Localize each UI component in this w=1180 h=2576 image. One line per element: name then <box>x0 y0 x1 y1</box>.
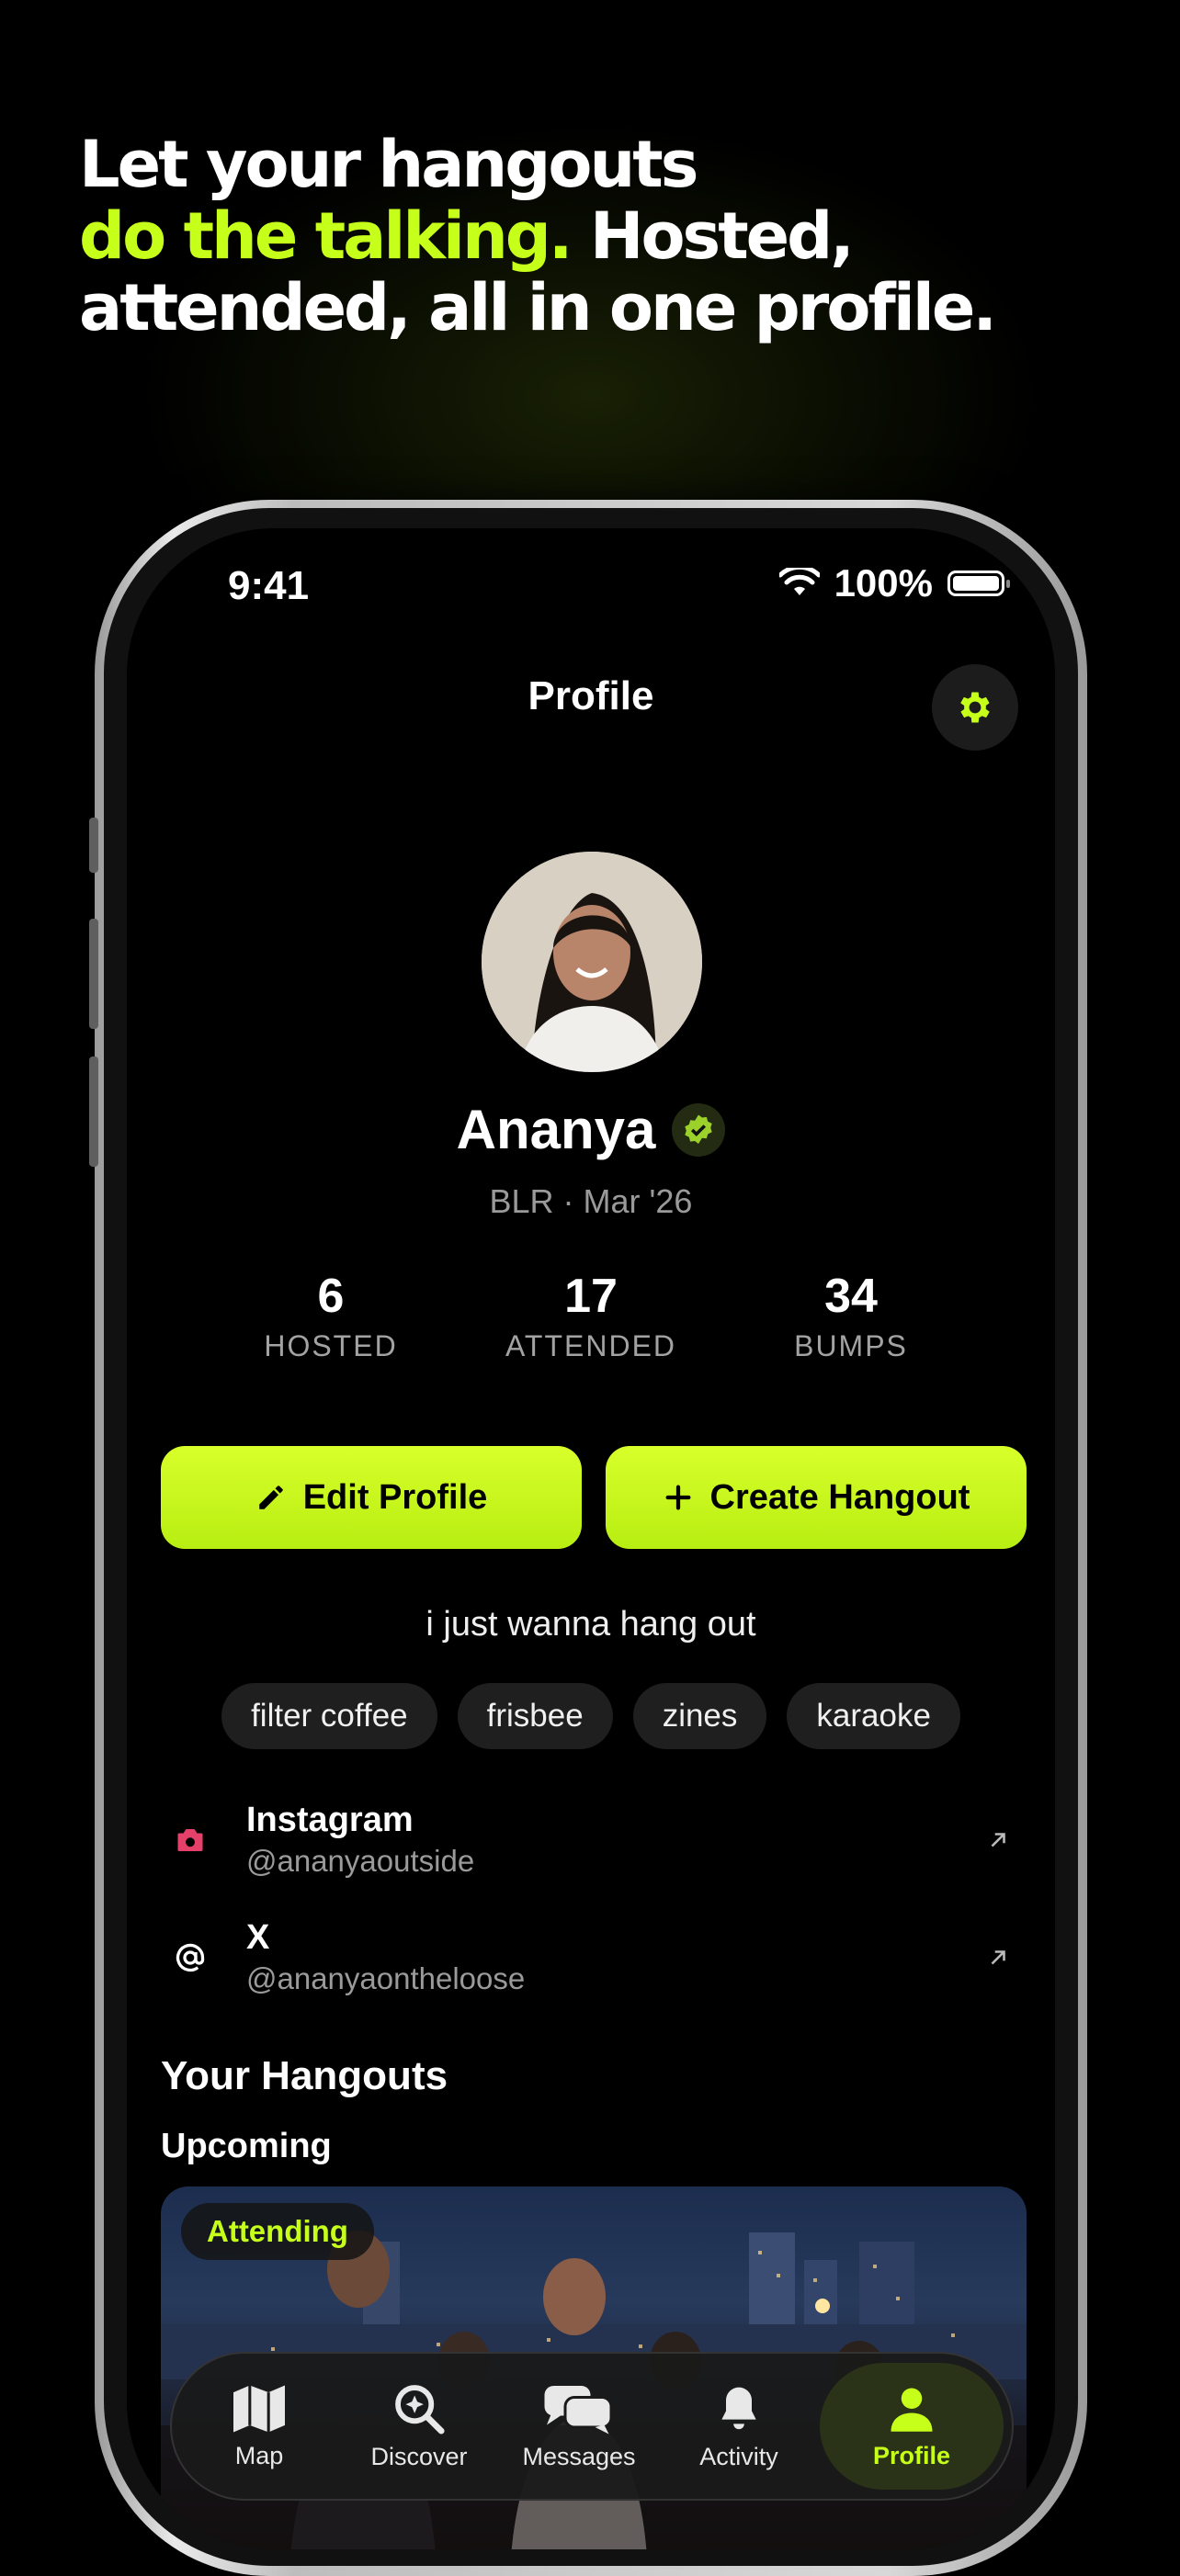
phone-mute-switch <box>89 818 98 873</box>
gear-icon <box>960 692 990 723</box>
pencil-icon <box>258 1486 283 1509</box>
social-handle: @ananyaontheloose <box>246 1961 526 1995</box>
tab-profile[interactable]: Profile <box>820 2363 1004 2490</box>
avatar-photo <box>482 852 702 1072</box>
social-link-x[interactable]: X @ananyaontheloose <box>162 1918 1016 1996</box>
stat-hosted[interactable]: 6 HOSTED <box>202 1269 460 1363</box>
headline-highlight: do the talking. <box>79 198 573 274</box>
stat-value: 34 <box>824 1270 878 1323</box>
create-hangout-button[interactable]: Create Hangout <box>606 1446 1027 1549</box>
interest-chip[interactable]: karaoke <box>787 1683 960 1749</box>
discover-search-icon <box>395 2384 445 2435</box>
interest-chips: filter coffee frisbee zines karaoke <box>127 1683 1055 1749</box>
section-subtitle-upcoming: Upcoming <box>161 2127 332 2165</box>
profile-name: Ananya <box>456 1099 656 1160</box>
phone-volume-up <box>89 919 98 1029</box>
stat-bumps[interactable]: 34 BUMPS <box>722 1269 980 1363</box>
battery-percent: 100% <box>834 561 933 604</box>
headline-line-2-rest: Hosted, <box>570 198 855 274</box>
social-name: Instagram <box>246 1801 414 1839</box>
plus-icon <box>665 1485 690 1510</box>
headline-line-1: Let your hangouts <box>79 127 698 202</box>
stat-label: HOSTED <box>264 1329 398 1362</box>
tab-activity[interactable]: Activity <box>660 2363 818 2490</box>
battery-icon <box>947 571 1010 596</box>
social-link-instagram[interactable]: Instagram @ananyaoutside <box>162 1801 1016 1879</box>
profile-location-joined: BLR · Mar '26 <box>489 1182 693 1220</box>
attending-badge: Attending <box>181 2203 374 2260</box>
tab-label: Messages <box>522 2442 636 2470</box>
status-indicators: 100% <box>778 561 1010 605</box>
create-hangout-label: Create Hangout <box>709 1477 970 1517</box>
verified-check-icon <box>672 1102 726 1157</box>
at-icon <box>162 1929 219 1986</box>
interest-chip[interactable]: frisbee <box>457 1683 613 1749</box>
tab-label: Map <box>234 2441 284 2469</box>
avatar[interactable] <box>482 852 702 1072</box>
interest-chip[interactable]: zines <box>632 1683 767 1749</box>
stat-value: 17 <box>564 1270 618 1323</box>
map-icon <box>233 2385 285 2432</box>
section-title-hangouts: Your Hangouts <box>161 2053 448 2098</box>
headline-line-3: attended, all in one profile. <box>79 270 997 345</box>
social-name: X <box>246 1918 270 1957</box>
page-title: Profile <box>528 673 654 718</box>
app-screen: 9:41 100% Profile Ananya BLR · Mar '26 6… <box>127 528 1055 2549</box>
bell-icon <box>721 2387 756 2429</box>
marketing-headline: Let your hangouts do the talking. Hosted… <box>79 129 1136 344</box>
status-time: 9:41 <box>228 563 310 608</box>
tab-map[interactable]: Map <box>180 2363 338 2490</box>
wifi-icon <box>778 568 820 595</box>
external-link-icon <box>980 1939 1016 1976</box>
external-link-icon <box>980 1822 1016 1859</box>
stat-label: BUMPS <box>794 1329 908 1362</box>
social-handle: @ananyaoutside <box>246 1844 475 1878</box>
tab-messages[interactable]: Messages <box>500 2363 658 2490</box>
tab-discover[interactable]: Discover <box>340 2363 498 2490</box>
profile-bio: i just wanna hang out <box>425 1605 756 1644</box>
tab-bar: Map Discover Messages Activity Profile <box>170 2352 1014 2501</box>
edit-profile-button[interactable]: Edit Profile <box>161 1446 582 1549</box>
person-icon <box>891 2388 933 2432</box>
stat-label: ATTENDED <box>505 1329 677 1362</box>
profile-name-row: Ananya <box>127 1098 1055 1161</box>
stat-attended[interactable]: 17 ATTENDED <box>462 1269 720 1363</box>
phone-volume-down <box>89 1056 98 1167</box>
headline-line-2: do the talking. Hosted, <box>79 200 1136 272</box>
stat-value: 6 <box>317 1270 345 1323</box>
tab-label: Discover <box>370 2442 468 2470</box>
tab-label: Profile <box>872 2441 951 2469</box>
camera-icon <box>162 1812 219 1869</box>
interest-chip[interactable]: filter coffee <box>221 1683 437 1749</box>
edit-profile-label: Edit Profile <box>302 1477 488 1517</box>
tab-label: Activity <box>699 2442 778 2470</box>
messages-icon <box>544 2385 613 2434</box>
settings-button[interactable] <box>932 664 1018 751</box>
